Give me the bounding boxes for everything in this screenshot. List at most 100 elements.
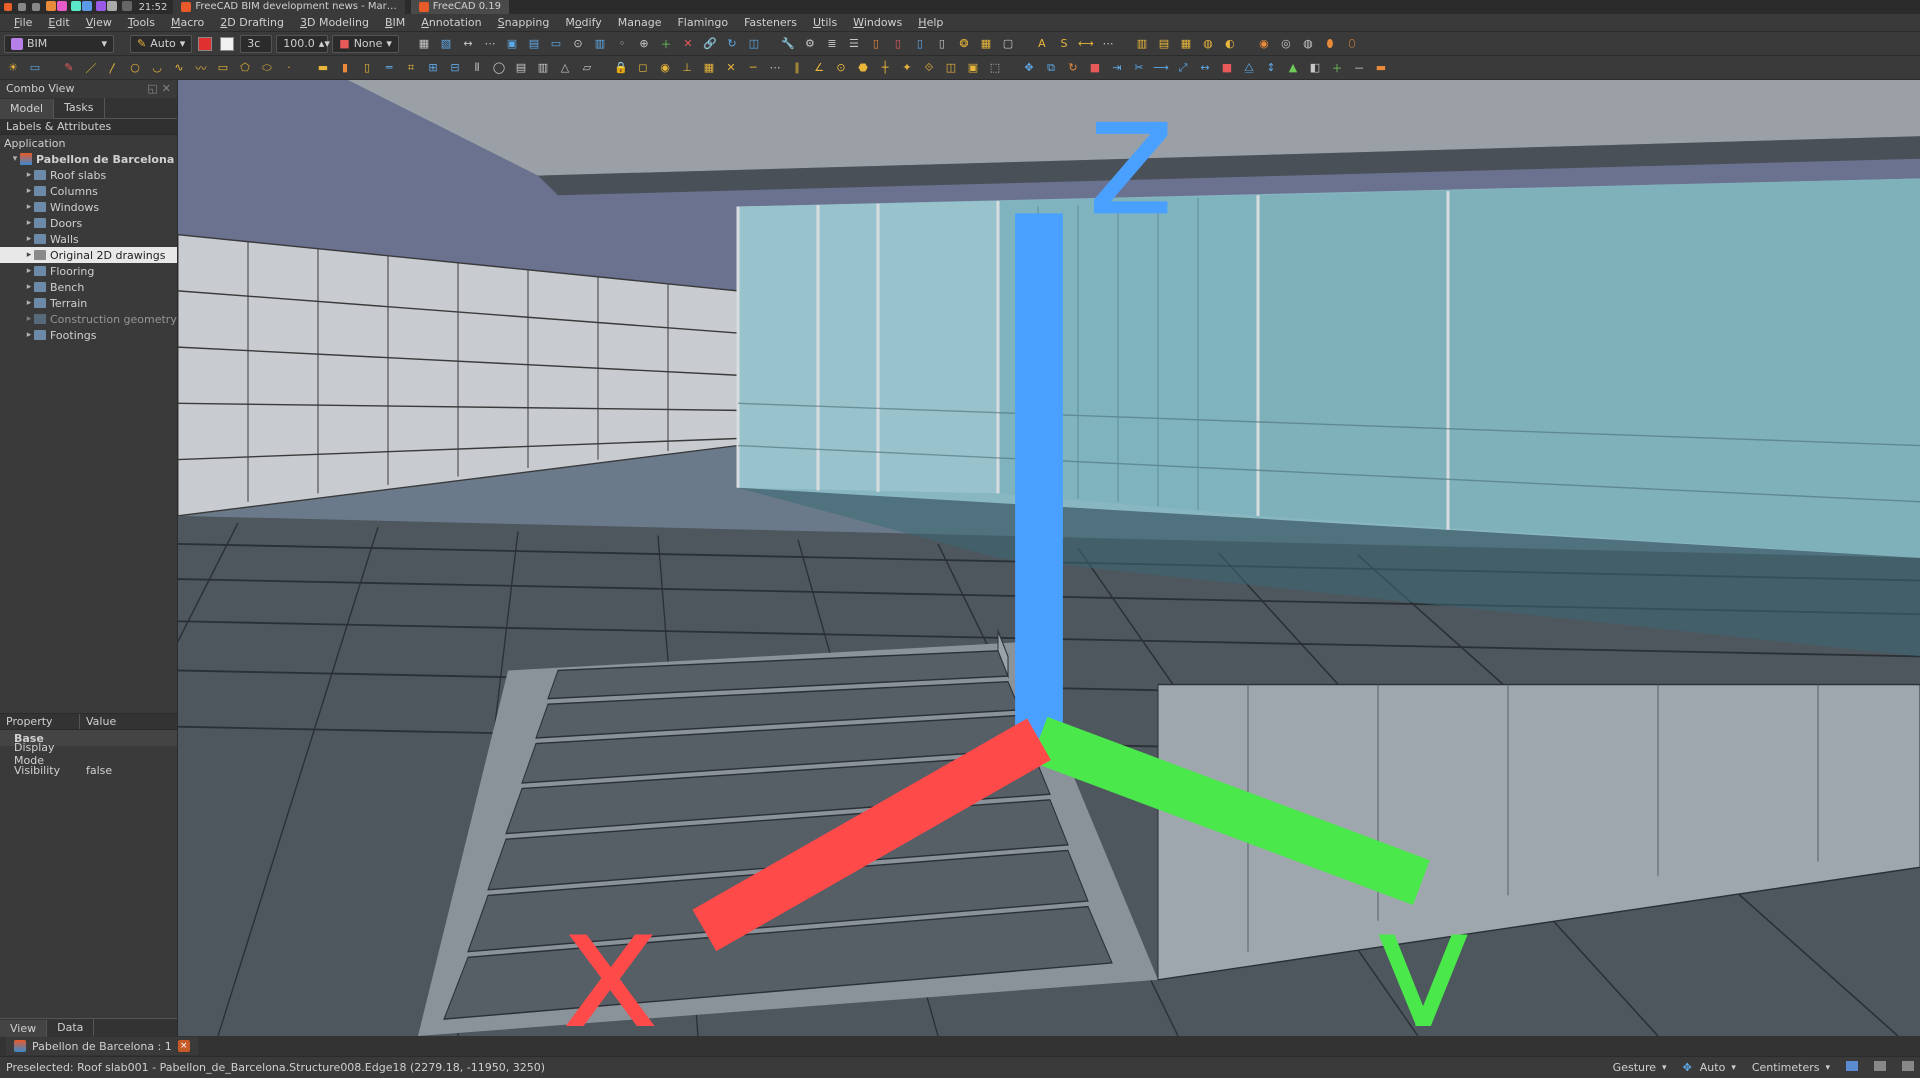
- offset-icon[interactable]: ⇥: [1108, 59, 1126, 77]
- snap-grid-icon[interactable]: ▦: [700, 59, 718, 77]
- stretch-icon[interactable]: ↔: [1196, 59, 1214, 77]
- color-swatch-white[interactable]: [218, 35, 236, 53]
- snap-lock-icon[interactable]: 🔒: [612, 59, 630, 77]
- refresh-icon[interactable]: ↻: [723, 35, 741, 53]
- add-mod-icon[interactable]: ＋: [1328, 59, 1346, 77]
- arrow-icon[interactable]: ↔: [459, 35, 477, 53]
- menu-edit[interactable]: Edit: [40, 14, 77, 31]
- dots-icon[interactable]: ⋯: [481, 35, 499, 53]
- tree-document[interactable]: ▾ Pabellon de Barcelona: [0, 151, 177, 167]
- dims-lock-icon[interactable]: [1846, 1061, 1858, 1074]
- close-panel-icon[interactable]: ✕: [162, 82, 171, 95]
- snap-vertex-icon[interactable]: ◦: [613, 35, 631, 53]
- link-icon[interactable]: 🔗: [701, 35, 719, 53]
- menu-modify[interactable]: Modify: [557, 14, 609, 31]
- bbox-icon[interactable]: ▭: [547, 35, 565, 53]
- menu-manage[interactable]: Manage: [610, 14, 670, 31]
- axis-gizmo[interactable]: z y x: [178, 80, 1910, 1026]
- material-icon[interactable]: ▬: [1372, 59, 1390, 77]
- doc-b-icon[interactable]: ▯: [889, 35, 907, 53]
- doc-c-icon[interactable]: ▯: [911, 35, 929, 53]
- tree-item[interactable]: ▸Doors: [0, 215, 177, 231]
- dims-stretch-icon[interactable]: [1902, 1061, 1914, 1074]
- gear-icon[interactable]: ⚙: [801, 35, 819, 53]
- column-icon[interactable]: ▯: [358, 59, 376, 77]
- taskbar-tab-browser[interactable]: FreeCAD BIM development news - Mar…: [173, 0, 404, 14]
- menu-annotation[interactable]: Annotation: [413, 14, 489, 31]
- hatch-1-icon[interactable]: ▥: [1133, 35, 1151, 53]
- menu-view[interactable]: View: [78, 14, 120, 31]
- menu-fasteners[interactable]: Fasteners: [736, 14, 805, 31]
- copy-icon[interactable]: ⧉: [1042, 59, 1060, 77]
- pipe-icon[interactable]: ⦀: [468, 59, 486, 77]
- fitting-icon[interactable]: ◯: [490, 59, 508, 77]
- tree-item[interactable]: ▸Walls: [0, 231, 177, 247]
- scale-field[interactable]: 100.0▴▾: [276, 35, 328, 53]
- tab-data[interactable]: Data: [47, 1019, 94, 1036]
- tree-item[interactable]: ▸Bench: [0, 279, 177, 295]
- taskbar-tab-freecad[interactable]: FreeCAD 0.19: [411, 0, 509, 14]
- beam-icon[interactable]: ═: [380, 59, 398, 77]
- snap-ctr-icon[interactable]: ⊙: [832, 59, 850, 77]
- shaded-icon[interactable]: ▤: [525, 35, 543, 53]
- menu-file[interactable]: File: [6, 14, 40, 31]
- door-icon[interactable]: ⊟: [446, 59, 464, 77]
- point-icon[interactable]: ·: [280, 59, 298, 77]
- construction-mode-button[interactable]: ■None▾: [332, 35, 399, 53]
- graph-icon[interactable]: ❂: [955, 35, 973, 53]
- open-doc-icon[interactable]: ▭: [26, 59, 44, 77]
- tree-item[interactable]: ▸Footings: [0, 327, 177, 343]
- 3d-viewport[interactable]: z y x: [178, 80, 1920, 1036]
- tree-item[interactable]: ▸Original 2D drawings: [0, 247, 177, 263]
- workbench-selector[interactable]: BIM ▾: [4, 35, 114, 53]
- tree-item[interactable]: ▸Roof slabs: [0, 167, 177, 183]
- document-tab[interactable]: Pabellon de Barcelona : 1 ×: [6, 1037, 198, 1055]
- panel-icon[interactable]: ▱: [578, 59, 596, 77]
- tree-item[interactable]: ▸Columns: [0, 183, 177, 199]
- snap-perp-icon[interactable]: ⊥: [678, 59, 696, 77]
- fastener-1-icon[interactable]: ◉: [1255, 35, 1273, 53]
- linewidth-field[interactable]: 3c: [240, 35, 272, 53]
- doc-a-icon[interactable]: ▯: [867, 35, 885, 53]
- select-plane-icon[interactable]: ▧: [437, 35, 455, 53]
- array-icon[interactable]: ■: [1218, 59, 1236, 77]
- menu-utils[interactable]: Utils: [805, 14, 845, 31]
- delete-icon[interactable]: ■: [1086, 59, 1104, 77]
- snap-int-icon[interactable]: ✕: [722, 59, 740, 77]
- snap-ortho-icon[interactable]: ┼: [876, 59, 894, 77]
- window-icon[interactable]: ⊞: [424, 59, 442, 77]
- snap-mid-icon[interactable]: ◉: [656, 59, 674, 77]
- snap-near-icon[interactable]: ⬣: [854, 59, 872, 77]
- snap-cube-icon[interactable]: ⬚: [986, 59, 1004, 77]
- sheet-icon[interactable]: ▢: [999, 35, 1017, 53]
- undock-icon[interactable]: ◱: [147, 82, 157, 95]
- snap-auto-selector[interactable]: ✥ Auto: [1683, 1061, 1736, 1074]
- units-selector[interactable]: Centimeters: [1752, 1061, 1830, 1074]
- snap-par-icon[interactable]: ∥: [788, 59, 806, 77]
- menu-help[interactable]: Help: [910, 14, 951, 31]
- camera-icon[interactable]: ◫: [745, 35, 763, 53]
- window-maximize-icon[interactable]: [32, 3, 40, 11]
- curve-icon[interactable]: ∿: [170, 59, 188, 77]
- move-icon[interactable]: ✥: [1020, 59, 1038, 77]
- scale-icon[interactable]: ⤢: [1174, 59, 1192, 77]
- close-document-icon[interactable]: ×: [178, 1040, 190, 1052]
- section-icon[interactable]: ▥: [591, 35, 609, 53]
- align-icon[interactable]: ↕: [1262, 59, 1280, 77]
- wrench-icon[interactable]: 🔧: [779, 35, 797, 53]
- dim-linear-icon[interactable]: ⟷: [1077, 35, 1095, 53]
- line-icon[interactable]: ／: [82, 59, 100, 77]
- snap-end-icon[interactable]: ◻: [634, 59, 652, 77]
- dim-misc-icon[interactable]: ⋯: [1099, 35, 1117, 53]
- polyline-icon[interactable]: 〳: [104, 59, 122, 77]
- model-tree[interactable]: Application ▾ Pabellon de Barcelona ▸Roo…: [0, 135, 177, 343]
- stairs-1-icon[interactable]: ▤: [512, 59, 530, 77]
- grid-icon[interactable]: ▦: [415, 35, 433, 53]
- remove-icon[interactable]: ✕: [679, 35, 697, 53]
- snap-ang-icon[interactable]: ∠: [810, 59, 828, 77]
- window-close-icon[interactable]: [4, 3, 12, 11]
- arc-icon[interactable]: ◡: [148, 59, 166, 77]
- dims-grid-icon[interactable]: [1874, 1061, 1886, 1074]
- hatch-2-icon[interactable]: ▤: [1155, 35, 1173, 53]
- spline-icon[interactable]: 〰: [192, 59, 210, 77]
